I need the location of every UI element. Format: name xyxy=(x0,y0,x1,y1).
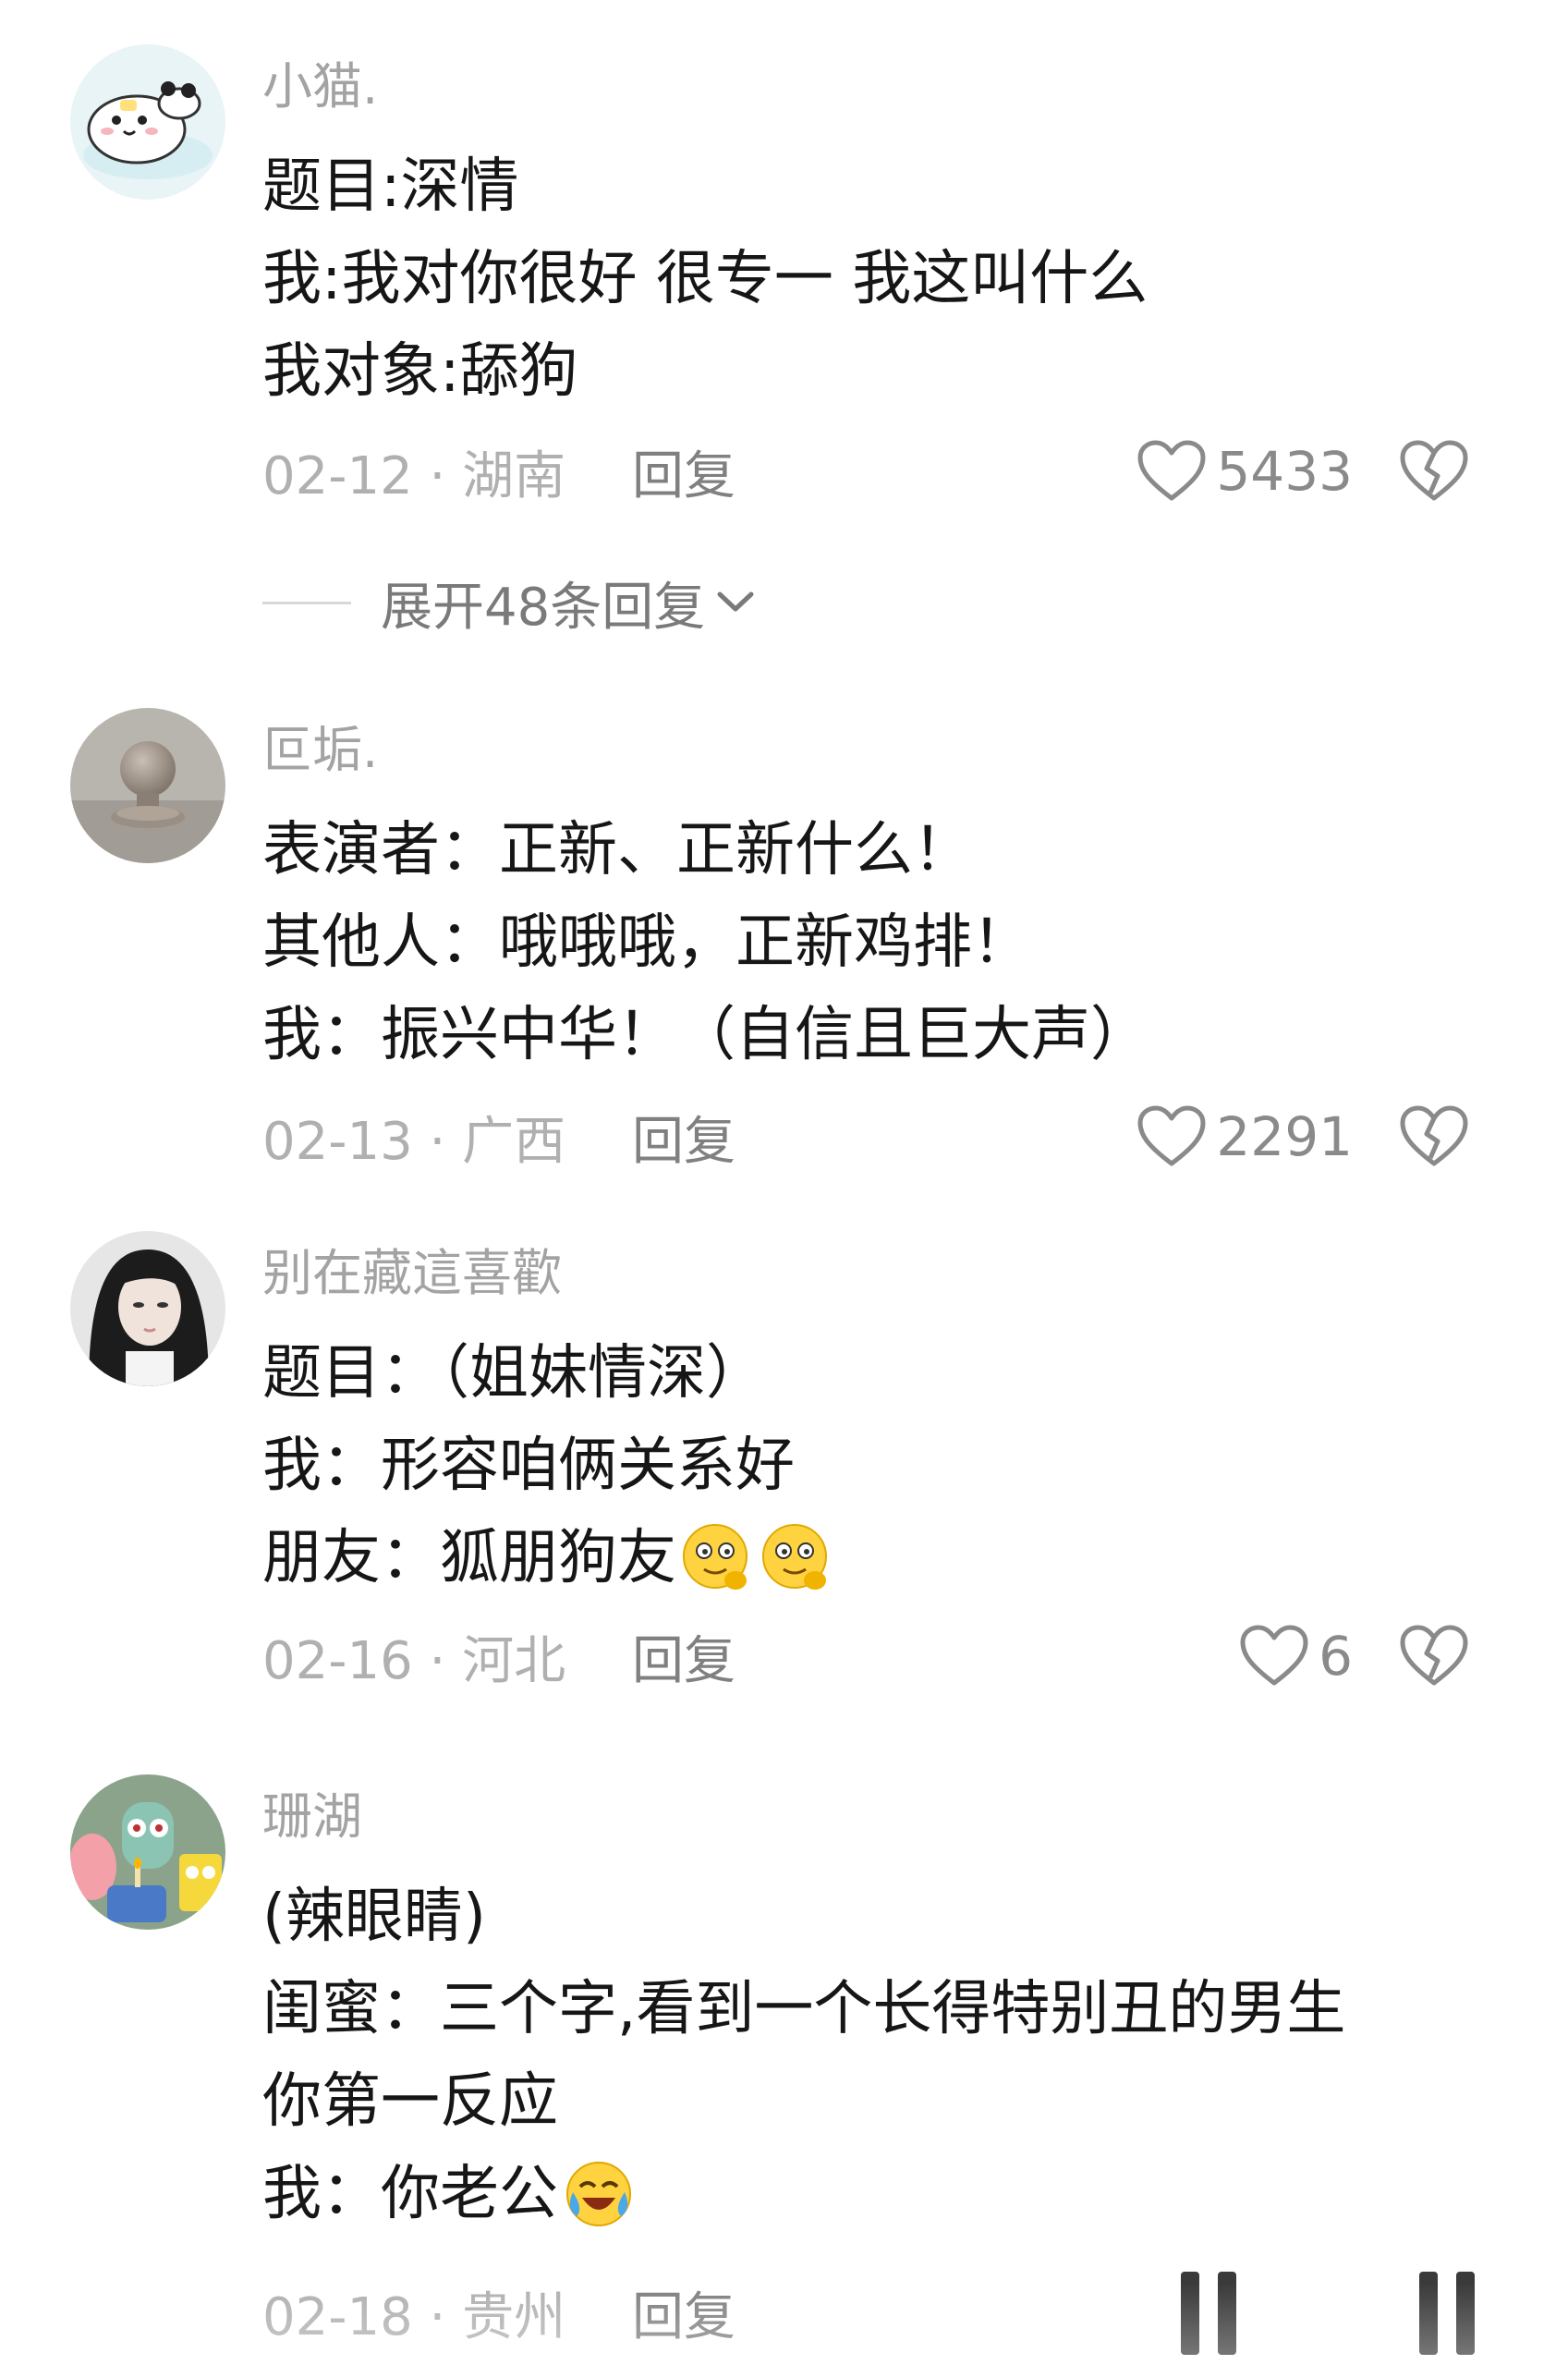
comment-line: 题目：（姐妹情深） xyxy=(262,1339,765,1408)
broken-heart-icon xyxy=(1400,1625,1468,1686)
reply-button[interactable]: 回复 xyxy=(632,2275,735,2350)
dislike-button[interactable] xyxy=(1399,439,1469,504)
like-count: 2291 xyxy=(1216,1105,1353,1168)
avatar[interactable] xyxy=(70,1774,225,1930)
dislike-icon-partial[interactable] xyxy=(1419,2272,1475,2355)
like-count: 6 xyxy=(1319,1625,1353,1688)
username[interactable]: 珊湖 xyxy=(262,1787,362,1847)
avatar[interactable] xyxy=(70,1231,225,1386)
avatar[interactable] xyxy=(70,708,225,863)
comment-line: 我:我对你很好 很专一 我这叫什么 xyxy=(262,245,1149,313)
chevron-down-icon xyxy=(717,591,754,612)
comment-line: 题目:深情 xyxy=(262,152,519,221)
reply-button[interactable]: 回复 xyxy=(632,1100,735,1175)
divider xyxy=(262,601,351,604)
username[interactable]: 小猫. xyxy=(262,57,378,116)
like-icon-partial[interactable] xyxy=(1181,2272,1236,2355)
comment-text: 表演者：正新、正新什么！ 其他人：哦哦哦，正新鸡排！ 我：振兴中华！（自信且巨大… xyxy=(262,804,1149,1081)
comment-line: 我：振兴中华！（自信且巨大声） xyxy=(262,1001,1149,1069)
comment-line: 表演者：正新、正新什么！ xyxy=(262,816,972,884)
laughing-crying-emoji xyxy=(566,2162,631,2226)
username[interactable]: 叵垢. xyxy=(262,721,378,780)
date-location: 02-18 · 贵州 xyxy=(262,2286,566,2347)
comment-line: 其他人：哦哦哦，正新鸡排！ xyxy=(262,908,1031,977)
drooling-thinking-emoji xyxy=(762,1524,827,1590)
comment-line: 闺蜜：三个字,看到一个长得特别丑的男生 xyxy=(262,1975,1346,2043)
comment-line: 我：形容咱俩关系好 xyxy=(262,1432,795,1500)
like-button[interactable]: 2291 xyxy=(1136,1104,1353,1169)
avatar[interactable] xyxy=(70,44,225,200)
heart-outline-icon xyxy=(1137,440,1206,501)
comment-text: 题目：（姐妹情深） 我：形容咱俩关系好 朋友：狐朋狗友 xyxy=(262,1327,835,1604)
reply-button[interactable]: 回复 xyxy=(632,1619,735,1694)
comment-line-text: 朋友：狐朋狗友 xyxy=(262,1524,676,1592)
date-location: 02-12 · 湖南 xyxy=(262,445,566,506)
comment-meta: 02-16 · 河北 回复 6 xyxy=(262,1619,1501,1693)
username[interactable]: 别在藏這喜歡 xyxy=(262,1244,562,1303)
drooling-thinking-emoji xyxy=(683,1524,748,1590)
date-location: 02-16 · 河北 xyxy=(262,1630,566,1691)
date-location: 02-13 · 广西 xyxy=(262,1111,566,1172)
comment-meta: 02-18 · 贵州 回复 xyxy=(262,2275,1501,2349)
broken-heart-icon xyxy=(1400,1105,1468,1166)
comment-text: 题目:深情 我:我对你很好 很专一 我这叫什么 我对象:舔狗 xyxy=(262,140,1148,418)
heart-outline-icon xyxy=(1137,1105,1206,1166)
comment-line: 我对象:舔狗 xyxy=(262,337,578,406)
heart-outline-icon xyxy=(1240,1625,1308,1686)
expand-replies-button[interactable]: 展开48条回复 xyxy=(262,566,757,640)
broken-heart-icon xyxy=(1400,440,1468,501)
comment-line: 我：你老公 xyxy=(262,2148,1345,2240)
reply-button[interactable]: 回复 xyxy=(632,434,735,509)
like-count: 5433 xyxy=(1216,440,1353,503)
comment-line: 朋友：狐朋狗友 xyxy=(262,1512,835,1604)
comment-text: (辣眼睛) 闺蜜：三个字,看到一个长得特别丑的男生 你第一反应 我：你老公 xyxy=(262,1871,1345,2240)
like-button[interactable]: 5433 xyxy=(1136,439,1353,504)
comment-meta: 02-13 · 广西 回复 2291 xyxy=(262,1100,1501,1174)
expand-replies-label: 展开48条回复 xyxy=(381,577,706,638)
comment-meta: 02-12 · 湖南 回复 5433 xyxy=(262,434,1501,508)
dislike-button[interactable] xyxy=(1399,1104,1469,1169)
comment-line-text: 我：你老公 xyxy=(262,2160,558,2228)
like-button[interactable]: 6 xyxy=(1239,1624,1353,1688)
comment-line: (辣眼睛) xyxy=(262,1883,486,1951)
comment-line: 你第一反应 xyxy=(262,2067,558,2136)
dislike-button[interactable] xyxy=(1399,1624,1469,1688)
